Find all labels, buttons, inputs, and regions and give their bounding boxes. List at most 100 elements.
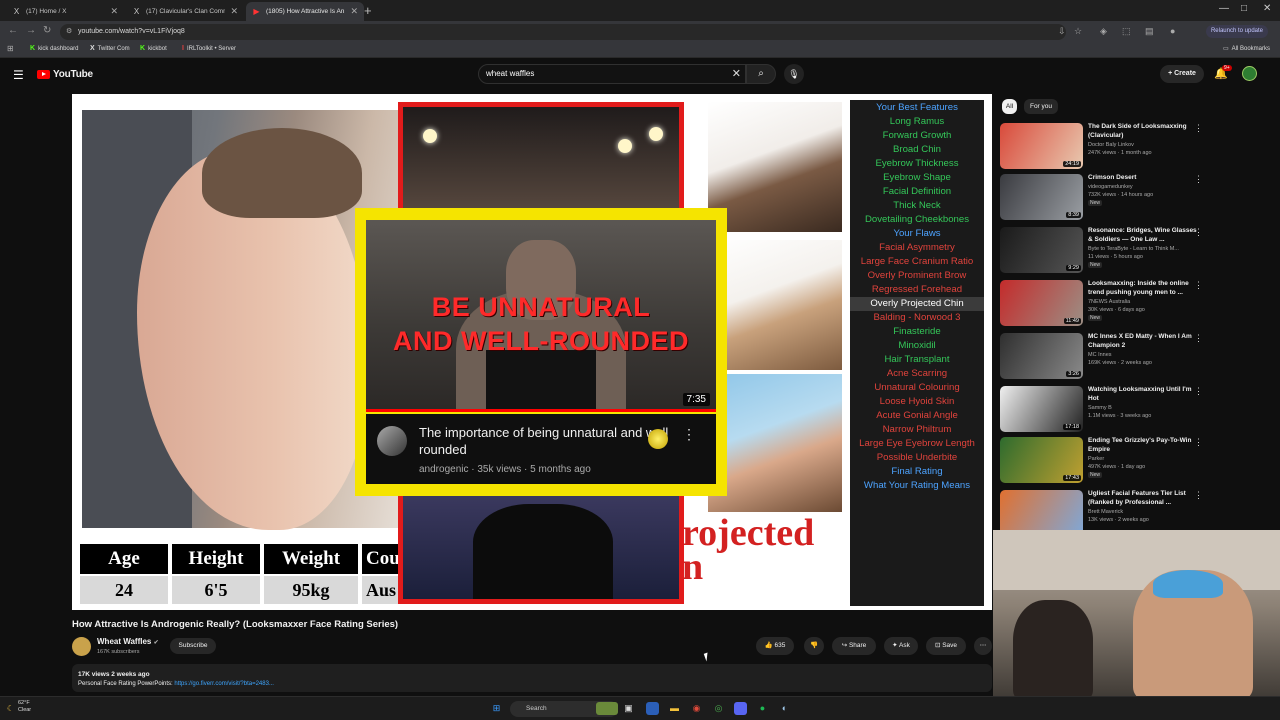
ask-button[interactable]: ✦ Ask [884, 637, 918, 655]
card-info[interactable]: The importance of being unnatural and we… [366, 414, 716, 484]
more-options-icon[interactable]: ⋮ [1194, 174, 1203, 185]
subscribe-button[interactable]: Subscribe [170, 638, 216, 654]
more-options-icon[interactable]: ⋮ [1194, 227, 1203, 238]
more-options-icon[interactable]: ⋮ [1194, 490, 1203, 501]
rec-title[interactable]: Resonance: Bridges, Wine Glasses & Soldi… [1088, 227, 1200, 244]
rec-title[interactable]: Ending Tee Grizzley's Pay-To-Win Empire [1088, 437, 1200, 454]
tab-youtube-video[interactable]: ▶ (1805) How Attractive Is An... ✕ [246, 2, 364, 21]
chrome-icon[interactable]: ◎ [712, 702, 725, 715]
rec-video-item[interactable]: 24:19 The Dark Side of Looksmaxxing (Clav… [1000, 123, 1270, 173]
voice-search-button[interactable]: 🎙 [784, 64, 804, 84]
rec-thumbnail[interactable]: 24:19 [1000, 123, 1083, 169]
card-video-thumbnail[interactable]: BE UNNATURAL AND WELL-ROUNDED 7:35 [366, 220, 716, 412]
rec-channel[interactable]: videogamedunkey [1088, 184, 1133, 190]
share-button[interactable]: ↪ Share [832, 637, 876, 655]
bookmark-star-icon[interactable]: ☆ [1074, 26, 1082, 37]
sidepanel-icon[interactable]: ▤ [1145, 26, 1154, 37]
address-bar[interactable]: ⚙ youtube.com/watch?v=vL1FiVjoq8 [60, 24, 1066, 40]
rec-title[interactable]: MC Innes X ED Matty - When I Am Champion… [1088, 333, 1200, 350]
avatar[interactable] [1242, 66, 1257, 81]
relaunch-button[interactable]: Relaunch to update [1206, 25, 1268, 38]
save-button[interactable]: ⊡ Save [926, 637, 966, 655]
rec-video-item[interactable]: 3:26 MC Innes X ED Matty - When I Am Cham… [1000, 333, 1270, 383]
rec-thumbnail[interactable]: 11:49 [1000, 280, 1083, 326]
description-box[interactable]: 17K views 2 weeks ago Personal Face Rati… [72, 664, 992, 692]
more-options-icon[interactable]: ⋮ [1194, 123, 1203, 134]
rec-channel[interactable]: Byte to TeraByte - Learn to Think M... [1088, 246, 1179, 252]
windows-start-icon[interactable]: ⊞ [490, 702, 503, 715]
bookmark-kick-dashboard[interactable]: K kick dashboard [30, 45, 78, 52]
rec-video-item[interactable]: 9:29 Resonance: Bridges, Wine Glasses & S… [1000, 227, 1270, 277]
search-button[interactable]: ⌕ [746, 64, 776, 84]
card-title[interactable]: The importance of being unnatural and we… [419, 424, 679, 458]
weather-widget[interactable]: 62°F Clear [18, 700, 31, 714]
task-view-icon[interactable]: ▣ [622, 702, 635, 715]
rec-thumbnail[interactable]: 17:43 [1000, 437, 1083, 483]
profile-icon[interactable]: ● [1170, 26, 1175, 36]
rec-video-item[interactable]: 17:43 Ending Tee Grizzley's Pay-To-Win Em… [1000, 437, 1270, 487]
app-icon[interactable]: ◉ [690, 702, 703, 715]
close-icon[interactable]: ✕ [230, 6, 238, 17]
extension-icon[interactable]: ◈ [1100, 26, 1107, 37]
close-icon[interactable]: ✕ [110, 6, 118, 17]
dislike-button[interactable]: 👎 [804, 637, 824, 655]
more-options-icon[interactable]: ⋮ [1194, 280, 1203, 291]
rec-title[interactable]: Crimson Desert [1088, 174, 1200, 183]
apps-icon[interactable]: ⊞ [7, 44, 14, 53]
youtube-logo[interactable]: YouTube [37, 69, 93, 80]
puzzle-icon[interactable]: ⬚ [1122, 26, 1131, 37]
close-icon[interactable]: ✕ [350, 6, 358, 17]
file-explorer-icon[interactable]: ▬ [668, 702, 681, 715]
minimize-button[interactable]: — [1219, 3, 1229, 14]
rec-channel[interactable]: 7NEWS Australia [1088, 299, 1130, 305]
channel-name[interactable]: Wheat Waffles ✔ [97, 637, 159, 646]
all-bookmarks[interactable]: ▭ All Bookmarks [1223, 45, 1270, 53]
discord-icon[interactable] [734, 702, 747, 715]
search-highlight-icon[interactable] [596, 702, 618, 715]
bookmark-twitter[interactable]: X Twitter Com [90, 45, 130, 52]
more-actions-button[interactable]: ⋯ [974, 637, 992, 655]
spotify-icon[interactable]: ● [756, 702, 769, 715]
rec-channel[interactable]: Brett Maverick [1088, 509, 1123, 515]
more-options-icon[interactable]: ⋮ [1194, 437, 1203, 448]
rec-title[interactable]: The Dark Side of Looksmaxxing (Clavicula… [1088, 123, 1200, 140]
reload-button[interactable]: ↻ [43, 25, 51, 36]
bookmark-irltoolkit[interactable]: I IRLToolkit • Server [182, 45, 236, 52]
close-window-button[interactable]: ✕ [1263, 3, 1271, 14]
chip-all[interactable]: All [1002, 99, 1017, 114]
steam-icon[interactable]: ◐ [778, 702, 791, 715]
tab-home-x[interactable]: X (17) Home / X ✕ [6, 2, 124, 21]
search-input[interactable]: wheat waffles ✕ [478, 64, 746, 84]
rec-channel[interactable]: Parker [1088, 456, 1104, 462]
rec-thumbnail[interactable]: 3:26 [1000, 333, 1083, 379]
like-button[interactable]: 👍 635 [756, 637, 794, 655]
rec-title[interactable]: Looksmaxxing: Inside the online trend pu… [1088, 280, 1200, 297]
rec-channel[interactable]: Doctor Baly Linkov [1088, 142, 1134, 148]
rec-video-item[interactable]: 11:49 Looksmaxxing: Inside the online tre… [1000, 280, 1270, 330]
bookmark-kickbot[interactable]: K kickbot [140, 45, 167, 52]
create-button[interactable]: + Create [1160, 65, 1204, 83]
rec-thumbnail[interactable]: 8:39 [1000, 174, 1083, 220]
tab-clan-community[interactable]: X (17) Clavicular's Clan Communi... ✕ [126, 2, 244, 21]
maximize-button[interactable]: □ [1241, 3, 1247, 14]
install-icon[interactable]: ⇩ [1058, 26, 1066, 37]
rec-title[interactable]: Watching Looksmaxxing Until I'm Hot [1088, 386, 1200, 403]
clear-search-icon[interactable]: ✕ [732, 65, 741, 83]
forward-button[interactable]: → [26, 25, 36, 36]
edge-app-icon[interactable] [646, 702, 659, 715]
card-channel-avatar[interactable] [377, 426, 407, 456]
rec-thumbnail[interactable]: 9:29 [1000, 227, 1083, 273]
more-options-icon[interactable]: ⋮ [1194, 333, 1203, 344]
weather-icon[interactable]: ☾ [4, 702, 17, 715]
new-tab-button[interactable]: + [364, 3, 372, 18]
rec-thumbnail[interactable]: 17:18 [1000, 386, 1083, 432]
rec-video-item[interactable]: 17:18 Watching Looksmaxxing Until I'm Hot… [1000, 386, 1270, 436]
channel-avatar[interactable] [72, 637, 91, 656]
rec-video-item[interactable]: 8:39 Crimson Desert videogamedunkey 732K vi… [1000, 174, 1270, 224]
rec-channel[interactable]: Sammy B [1088, 405, 1112, 411]
chip-for-you[interactable]: For you [1024, 99, 1058, 114]
back-button[interactable]: ← [8, 25, 18, 36]
rec-title[interactable]: Ugliest Facial Features Tier List (Ranke… [1088, 490, 1200, 507]
fiverr-link[interactable]: https://go.fiverr.com/visit/?bta=2483... [174, 681, 274, 687]
more-options-icon[interactable]: ⋮ [682, 426, 696, 443]
